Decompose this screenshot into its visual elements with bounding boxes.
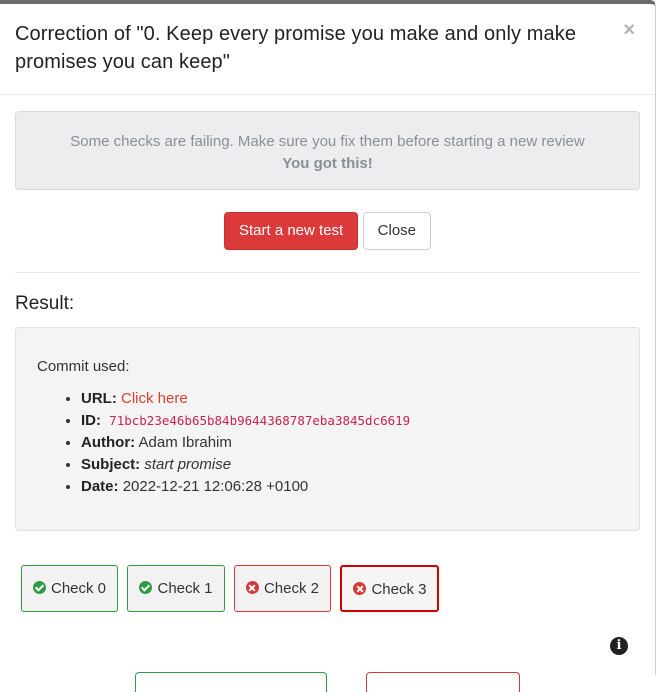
commit-date-item: Date: 2022-12-21 12:06:28 +0100 xyxy=(81,476,618,498)
partial-danger-button[interactable] xyxy=(366,672,520,692)
result-title: Result: xyxy=(15,293,75,314)
check-label: Check 0 xyxy=(51,580,107,597)
check-circle-icon xyxy=(33,581,46,594)
close-icon[interactable]: × xyxy=(623,20,635,40)
check-0-button[interactable]: Check 0 xyxy=(21,565,119,612)
check-1-button[interactable]: Check 1 xyxy=(127,565,225,612)
date-value: 2022-12-21 12:06:28 +0100 xyxy=(122,478,309,495)
close-button[interactable]: Close xyxy=(362,212,432,250)
check-label: Check 3 xyxy=(371,581,427,598)
alert-message: Some checks are failing. Make sure you f… xyxy=(70,133,585,150)
commit-url-link[interactable]: Click here xyxy=(121,390,188,407)
commit-id-item: ID: 71bcb23e46b65b84b9644368787eba3845dc… xyxy=(81,410,618,432)
action-buttons: Start a new test Close xyxy=(15,212,640,250)
subject-label: Subject: xyxy=(81,456,141,473)
url-label: URL: xyxy=(81,390,117,407)
commit-id-value: 71bcb23e46b65b84b9644368787eba3845dc6619 xyxy=(109,413,411,428)
failing-checks-alert: Some checks are failing. Make sure you f… xyxy=(15,111,640,190)
commit-details-list: URL: Click here ID: 71bcb23e46b65b84b964… xyxy=(37,388,618,498)
times-circle-icon xyxy=(245,581,259,594)
checks-row: Check 0 Check 1 Check 2 Check 3 xyxy=(15,565,640,613)
modal-title: Correction of "0. Keep every promise you… xyxy=(15,23,577,73)
commit-author-item: Author: Adam Ibrahim xyxy=(81,432,618,454)
modal-body: Some checks are failing. Make sure you f… xyxy=(0,95,655,629)
start-new-test-button[interactable]: Start a new test xyxy=(223,212,359,250)
commit-used-label: Commit used: xyxy=(37,358,130,375)
commit-subject-item: Subject: start promise xyxy=(81,454,618,476)
check-circle-icon xyxy=(139,581,153,594)
partial-success-button[interactable] xyxy=(135,672,327,692)
modal-header: Correction of "0. Keep every promise you… xyxy=(0,4,655,95)
check-3-button[interactable]: Check 3 xyxy=(340,565,440,612)
correction-modal: Correction of "0. Keep every promise you… xyxy=(0,0,656,692)
divider xyxy=(15,272,640,273)
subject-value: start promise xyxy=(144,456,232,473)
alert-encouragement: You got this! xyxy=(282,155,373,172)
author-value: Adam Ibrahim xyxy=(138,434,232,451)
commit-info-panel: Commit used: URL: Click here ID: 71bcb23… xyxy=(15,327,640,531)
id-label: ID: xyxy=(81,412,101,429)
check-label: Check 1 xyxy=(157,580,213,597)
check-label: Check 2 xyxy=(263,580,319,597)
check-2-button[interactable]: Check 2 xyxy=(233,565,331,612)
date-label: Date: xyxy=(81,478,119,495)
author-label: Author: xyxy=(81,434,136,451)
commit-url-item: URL: Click here xyxy=(81,388,618,410)
info-icon[interactable]: i xyxy=(610,637,628,655)
times-circle-icon xyxy=(353,582,367,595)
